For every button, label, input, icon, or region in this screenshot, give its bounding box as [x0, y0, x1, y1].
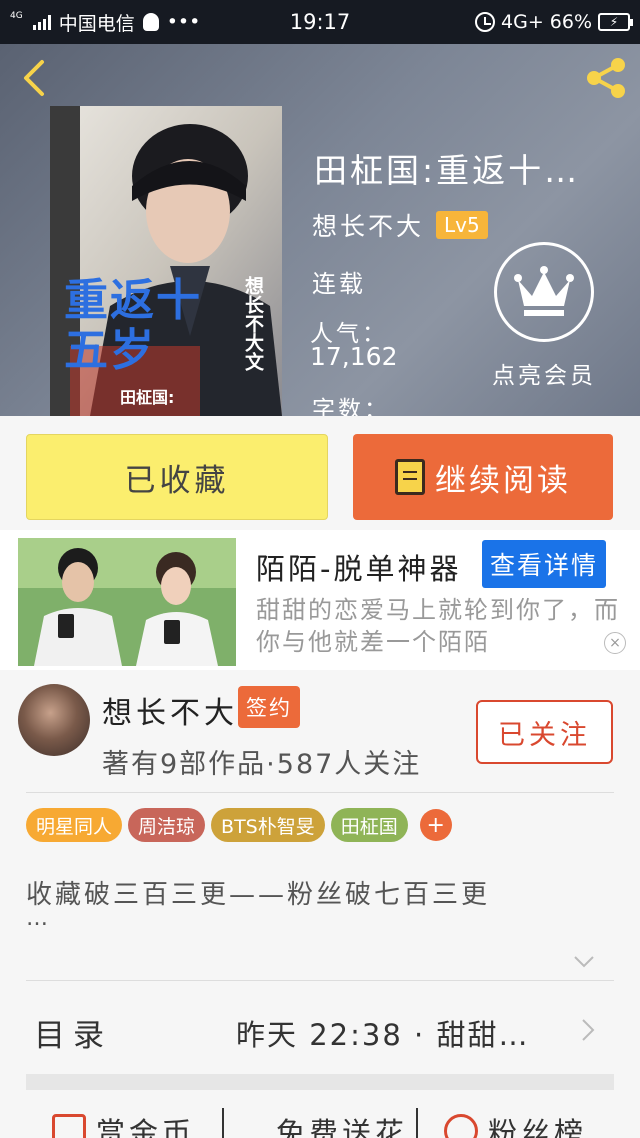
tag-chip[interactable]: 周洁琼 [128, 808, 206, 842]
tag-chip[interactable]: 田柾国 [330, 808, 408, 842]
divider [26, 980, 614, 981]
level-badge: Lv5 [436, 211, 488, 239]
section-gap [26, 1074, 614, 1090]
ad-close-icon[interactable]: × [604, 632, 626, 654]
tag-chip[interactable]: BTS朴智旻 [211, 808, 325, 842]
author-meta: 著有9部作品·587人关注 [102, 749, 422, 780]
tag-chip[interactable]: 明星同人 [26, 808, 123, 842]
signed-badge: 签约 [238, 686, 300, 728]
back-button[interactable] [16, 58, 56, 98]
separator [416, 1108, 418, 1138]
book-header: 重返十五岁 想长不大文 田柾国: 田柾国:重返十… 想长不大 Lv5 连载 人气… [0, 44, 640, 416]
flowers-label: 免费送花 [276, 1116, 409, 1138]
share-icon [587, 58, 625, 98]
author-name[interactable]: 想长不大 [102, 688, 238, 732]
battery-icon: ⚡ [598, 13, 633, 31]
fans-label: 粉丝榜 [488, 1116, 588, 1138]
chevron-down-icon [574, 956, 594, 968]
latest-chapter: 昨天 22:38 · 甜甜… [236, 1018, 530, 1052]
avatar[interactable] [18, 684, 90, 756]
collected-button[interactable]: 已收藏 [26, 434, 328, 520]
cover-subtitle-text: 田柾国: [120, 388, 175, 407]
add-tag-button[interactable]: + [419, 809, 452, 841]
reward-label: 赏金币 [96, 1116, 196, 1138]
book-icon [395, 459, 425, 495]
cover-author-text: 想长不大文 [242, 276, 264, 371]
chevron-left-icon [24, 60, 44, 96]
reward-button[interactable]: 赏金币 [52, 1110, 195, 1138]
signal-icon [32, 14, 51, 30]
fans-icon [444, 1114, 478, 1138]
follow-button[interactable]: 已关注 [476, 700, 613, 764]
divider [26, 792, 614, 793]
book-author[interactable]: 想长不大 [312, 207, 424, 243]
flowers-button[interactable]: 免费送花 [276, 1110, 408, 1138]
status-bar: 4G 中国电信 ••• 19:17 4G+ 66% ⚡ [0, 0, 640, 44]
catalog-row[interactable]: 目录 昨天 22:38 · 甜甜… [0, 982, 640, 1074]
network-tag: 4G [10, 11, 23, 21]
carrier-name: 中国电信 [58, 12, 135, 35]
more-dots: ••• [166, 11, 201, 33]
description-ellipsis: … [26, 906, 48, 931]
vip-label: 点亮会员 [492, 363, 596, 389]
cover-title-text: 重返十五岁 [64, 275, 202, 376]
popularity-value: 17,162 [310, 342, 398, 371]
ad-image [18, 538, 236, 666]
ad-detail-button[interactable]: 查看详情 [482, 540, 607, 588]
network-type: 4G+ [501, 11, 544, 33]
crown-icon [514, 266, 574, 316]
book-cover[interactable]: 重返十五岁 想长不大文 田柾国: [50, 106, 282, 416]
ad-title: 陌陌-脱单神器 [256, 552, 462, 586]
qq-icon [142, 13, 159, 31]
word-count-label: 字数： [312, 397, 390, 416]
bottom-actions: 赏金币 免费送花 粉丝榜 [0, 1090, 640, 1138]
alarm-icon [475, 12, 496, 32]
vip-button[interactable]: 点亮会员 [484, 242, 604, 390]
catalog-label: 目录 [34, 1018, 112, 1054]
continue-reading-label: 继续阅读 [435, 462, 571, 499]
battery-percent: 66% [549, 11, 592, 33]
action-bar: 已收藏 继续阅读 [0, 416, 640, 530]
book-title: 田柾国:重返十… [314, 151, 581, 190]
catalog-arrow [578, 1016, 598, 1044]
fans-button[interactable]: 粉丝榜 [444, 1110, 587, 1138]
separator [222, 1108, 224, 1138]
share-button[interactable] [582, 54, 630, 102]
tag-list: 明星同人 周洁琼 BTS朴智旻 田柾国 + [26, 808, 452, 842]
ad-description: 甜甜的恋爱马上就轮到你了，而你与他就差一个陌陌 [256, 596, 620, 656]
envelope-icon [52, 1114, 86, 1138]
expand-button[interactable] [572, 952, 596, 972]
ad-banner[interactable]: 陌陌-脱单神器 查看详情 甜甜的恋爱马上就轮到你了，而你与他就差一个陌陌 × [0, 530, 640, 670]
serial-status: 连载 [312, 270, 366, 298]
continue-reading-button[interactable]: 继续阅读 [353, 434, 613, 520]
chevron-right-icon [582, 1019, 595, 1041]
book-description: 收藏破三百三更——粉丝破七百三更 [26, 880, 491, 910]
vip-crown-badge [494, 242, 594, 342]
author-section: 想长不大 签约 著有9部作品·587人关注 已关注 [0, 670, 640, 790]
